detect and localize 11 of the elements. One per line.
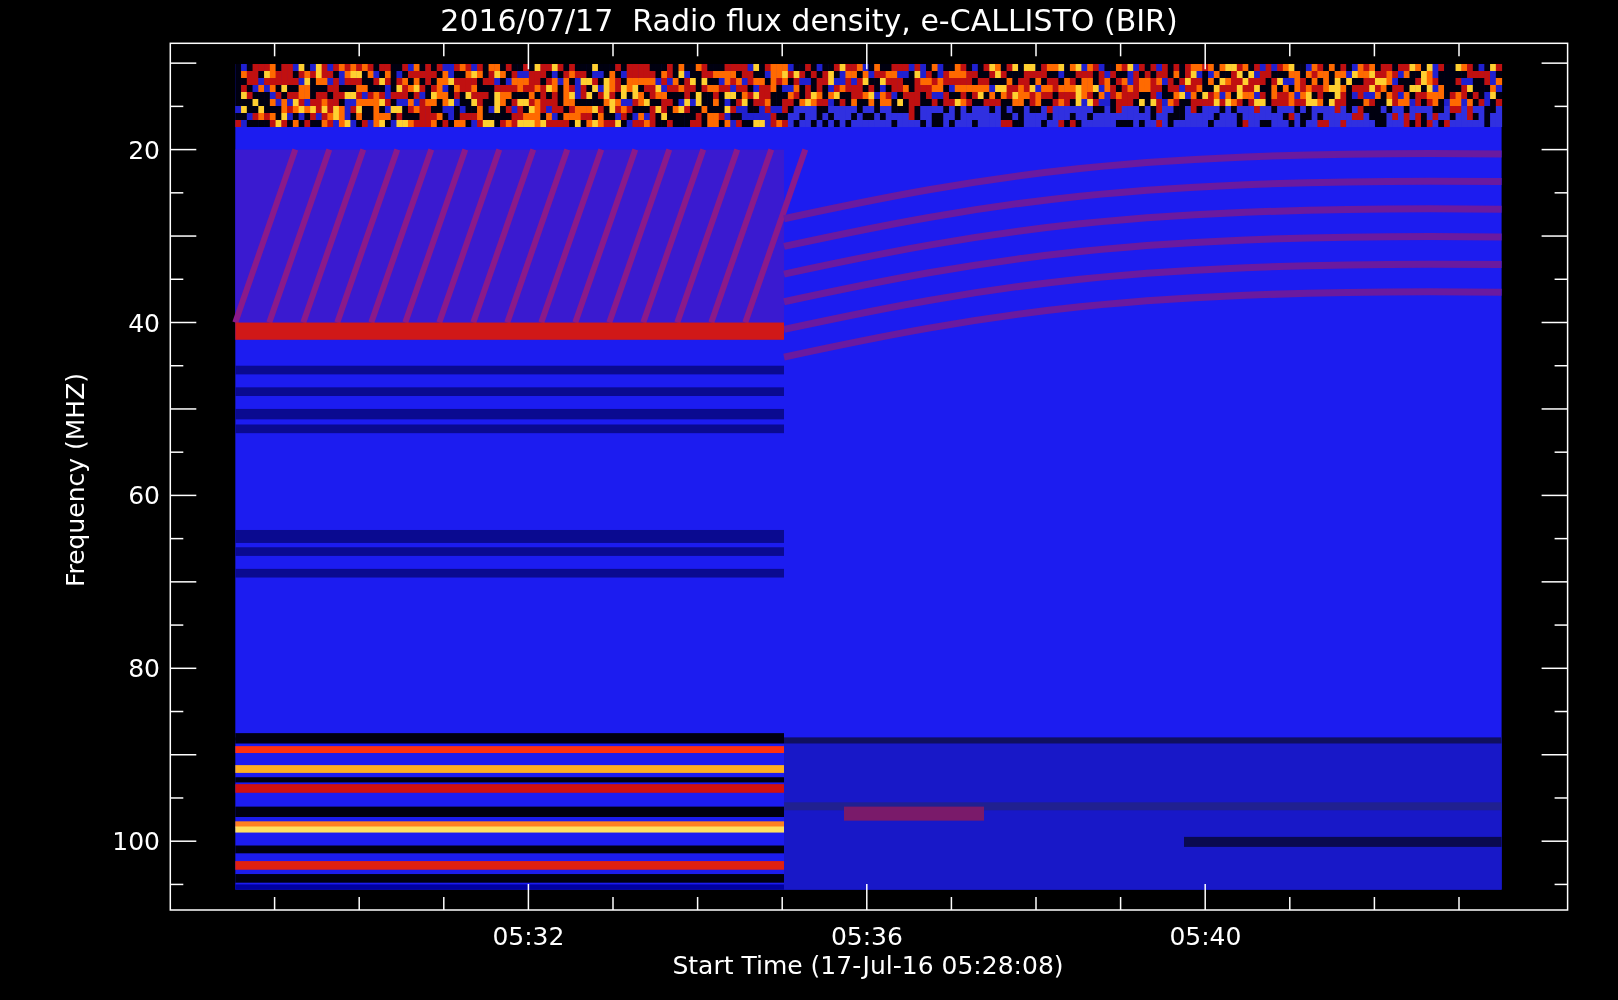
plot-title: 2016/07/17 Radio flux density, e-CALLISTO (BIR) — [440, 3, 1178, 38]
tick-label: 80 — [128, 654, 160, 684]
tick-label: 60 — [128, 481, 160, 511]
tick-label: 05:40 — [1169, 922, 1242, 951]
tick-label: 40 — [128, 308, 160, 338]
tick-label: 05:36 — [830, 922, 903, 951]
tick-label: 05:32 — [492, 922, 565, 951]
axis-label: Frequency (MHZ) — [61, 372, 90, 588]
tick-label: 100 — [112, 827, 160, 857]
tick-label: 20 — [128, 135, 160, 165]
axis-label: Start Time (17-Jul-16 05:28:08) — [672, 951, 1064, 980]
